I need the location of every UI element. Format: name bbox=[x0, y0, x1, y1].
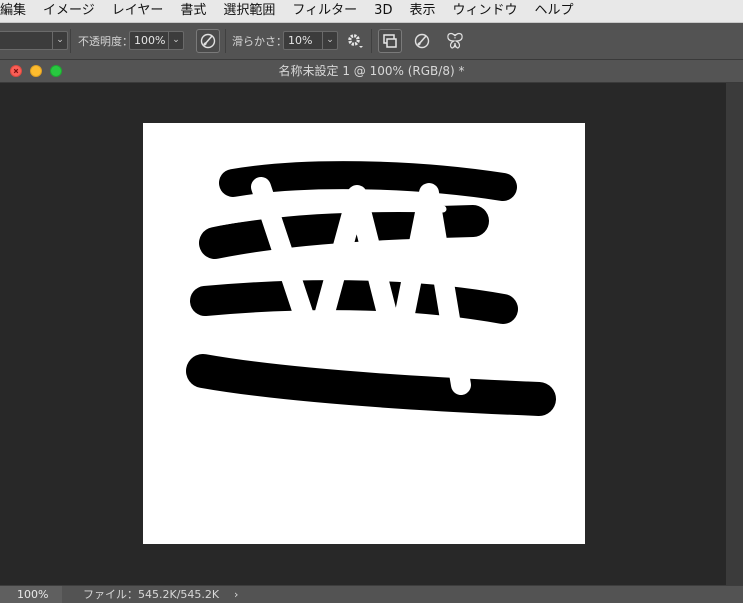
butterfly-icon bbox=[447, 32, 463, 49]
airbrush-icon bbox=[414, 33, 430, 49]
file-size-info: ファイル：545.2K/545.2K bbox=[83, 588, 220, 601]
pressure-opacity-button[interactable] bbox=[196, 29, 220, 53]
black-stroke-3 bbox=[190, 280, 518, 324]
opacity-label: 不透明度： bbox=[78, 35, 133, 48]
document-title-bar: 名称未設定 1 @ 100% (RGB/8) * bbox=[0, 60, 743, 83]
status-menu-arrow[interactable]: › bbox=[234, 586, 238, 603]
close-icon bbox=[13, 68, 19, 74]
smoothing-field[interactable]: 10% ⌄ bbox=[283, 31, 338, 50]
menu-3d[interactable]: 3D bbox=[374, 0, 392, 22]
divider bbox=[371, 29, 372, 53]
menu-image[interactable]: イメージ bbox=[43, 0, 95, 22]
smoothing-settings-button[interactable] bbox=[343, 29, 367, 53]
menu-edit[interactable]: 編集 bbox=[0, 0, 26, 22]
menu-select[interactable]: 選択範囲 bbox=[223, 0, 275, 22]
options-bar: ⌄ 不透明度： 100% ⌄ 滑らかさ： 10% ⌄ bbox=[0, 23, 743, 60]
brush-pressure-icon bbox=[200, 33, 216, 49]
zoom-level-field[interactable]: 100% bbox=[0, 586, 62, 603]
gear-icon bbox=[348, 34, 363, 48]
menu-type[interactable]: 書式 bbox=[180, 0, 206, 22]
menu-layer[interactable]: レイヤー bbox=[112, 0, 164, 22]
chevron-down-icon: ⌄ bbox=[168, 32, 183, 49]
close-window-button[interactable] bbox=[10, 65, 22, 77]
divider bbox=[225, 29, 226, 53]
opacity-field[interactable]: 100% ⌄ bbox=[129, 31, 184, 50]
mode-dropdown[interactable]: ⌄ bbox=[0, 31, 68, 50]
document-title: 名称未設定 1 @ 100% (RGB/8) * bbox=[278, 64, 465, 78]
menu-view[interactable]: 表示 bbox=[409, 0, 435, 22]
pressure-size-button[interactable] bbox=[410, 29, 434, 53]
minimize-window-button[interactable] bbox=[30, 65, 42, 77]
vertical-scrollbar[interactable] bbox=[726, 83, 743, 585]
zoom-window-button[interactable] bbox=[50, 65, 62, 77]
menu-bar: 編集 イメージ レイヤー 書式 選択範囲 フィルター 3D 表示 ウィンドウ ヘ… bbox=[0, 0, 743, 23]
document-canvas[interactable] bbox=[143, 123, 585, 544]
menu-window[interactable]: ウィンドウ bbox=[452, 0, 517, 22]
divider bbox=[70, 29, 71, 53]
painting bbox=[186, 161, 556, 416]
smoothing-label: 滑らかさ： bbox=[232, 35, 287, 48]
airbrush-button[interactable] bbox=[378, 29, 402, 53]
menu-filter[interactable]: フィルター bbox=[292, 0, 357, 22]
symmetry-icon bbox=[383, 34, 397, 48]
white-streak-3 bbox=[370, 359, 496, 372]
status-bar: 100% ファイル：545.2K/545.2K › bbox=[0, 585, 743, 603]
chevron-down-icon: ⌄ bbox=[322, 32, 337, 49]
symmetry-button[interactable] bbox=[443, 29, 467, 53]
chevron-down-icon: ⌄ bbox=[52, 32, 67, 49]
menu-help[interactable]: ヘルプ bbox=[534, 0, 573, 22]
black-stroke-4 bbox=[186, 354, 556, 416]
black-stroke-1 bbox=[219, 161, 517, 201]
